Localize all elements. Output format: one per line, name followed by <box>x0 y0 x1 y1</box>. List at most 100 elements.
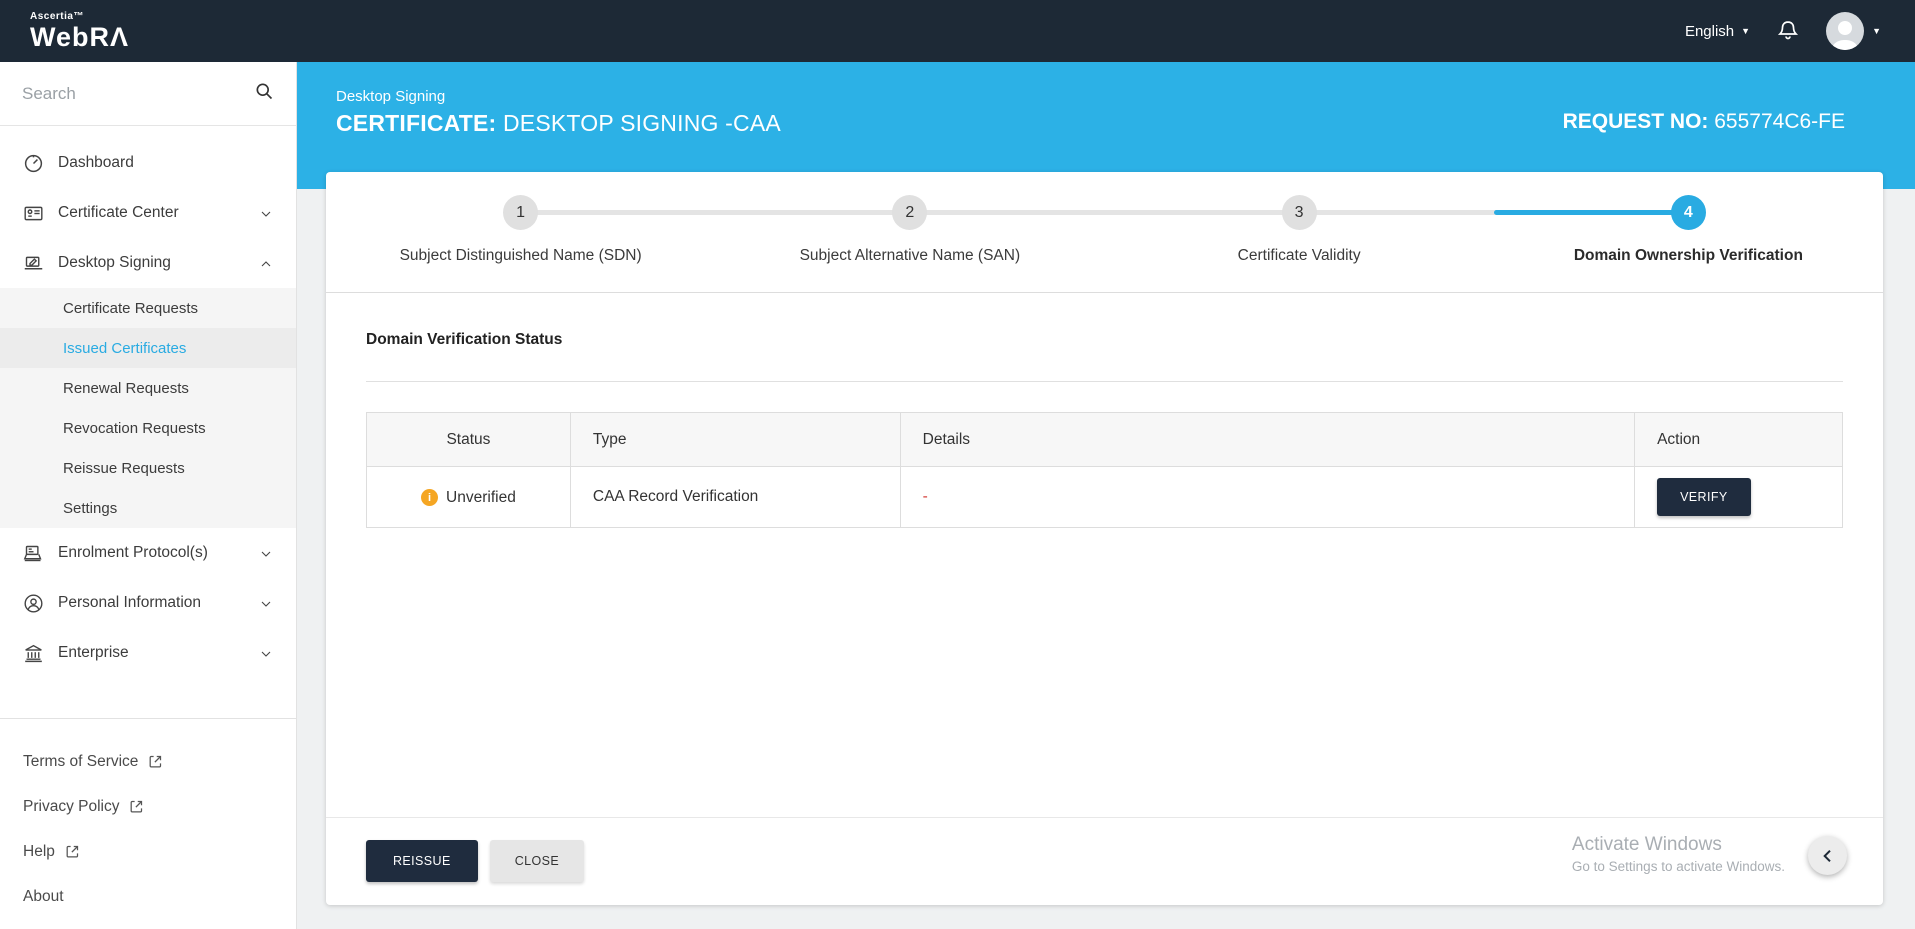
footer-link-label: Terms of Service <box>23 752 139 770</box>
sidebar-item-label: Enterprise <box>58 644 129 661</box>
domain-verification-table: Status Type Details Action i Unverified … <box>366 412 1843 528</box>
search-input[interactable] <box>22 83 244 104</box>
page-header-banner: Desktop Signing CERTIFICATE: DESKTOP SIG… <box>297 62 1915 189</box>
sub-item-label: Revocation Requests <box>63 419 206 437</box>
step-circle: 3 <box>1281 195 1317 230</box>
page-title: CERTIFICATE: DESKTOP SIGNING -CAA <box>336 110 781 137</box>
sidebar-item-renewal-requests[interactable]: Renewal Requests <box>0 368 296 408</box>
chevron-down-icon <box>260 647 272 659</box>
request-number: REQUEST NO: 655774C6-FE <box>1563 110 1845 134</box>
step-domain-ownership[interactable]: 4 Domain Ownership Verification <box>1494 172 1883 292</box>
footer-link-label: Help <box>23 842 55 860</box>
step-circle: 4 <box>1670 195 1706 230</box>
card-footer-buttons: REISSUE CLOSE <box>366 840 585 882</box>
sidebar-item-enterprise[interactable]: Enterprise <box>0 628 296 678</box>
sub-item-label: Reissue Requests <box>63 459 185 477</box>
details-cell: - <box>899 466 1636 528</box>
sidebar-item-label: Personal Information <box>58 594 202 611</box>
step-label: Subject Distinguished Name (SDN) <box>399 247 642 264</box>
footer-link-label: Privacy Policy <box>23 797 120 815</box>
language-label: English <box>1684 22 1735 40</box>
wizard-stepper: 1 Subject Distinguished Name (SDN) 2 Sub… <box>326 172 1883 293</box>
details-value: - <box>922 488 928 505</box>
user-menu[interactable]: ▼ <box>1826 12 1881 50</box>
enrolment-protocol-icon <box>22 542 44 564</box>
sidebar-footer: Terms of Service Privacy Policy Help Abo… <box>0 718 296 929</box>
step-label: Certificate Validity <box>1237 247 1361 264</box>
column-header-action: Action <box>1634 412 1843 467</box>
sidebar-item-label: Certificate Center <box>58 204 179 221</box>
step-certificate-validity[interactable]: 3 Certificate Validity <box>1105 172 1494 292</box>
step-label: Subject Alternative Name (SAN) <box>799 247 1021 264</box>
terms-of-service-link[interactable]: Terms of Service <box>0 739 296 784</box>
sub-item-label: Issued Certificates <box>63 339 187 357</box>
sidebar-item-label: Desktop Signing <box>58 254 171 271</box>
sidebar-item-enrolment-protocols[interactable]: Enrolment Protocol(s) <box>0 528 296 578</box>
step-label: Domain Ownership Verification <box>1573 247 1803 264</box>
person-circle-icon <box>22 592 44 614</box>
brand-logo[interactable]: Ascertia™ WebRΛ <box>0 10 130 52</box>
sidebar: Dashboard Certificate Center <box>0 62 297 929</box>
request-number-label: REQUEST NO: <box>1562 110 1709 133</box>
sub-item-label: Renewal Requests <box>63 379 189 397</box>
bank-icon <box>22 642 44 664</box>
table-header-row: Status Type Details Action <box>366 412 1843 467</box>
desktop-signing-icon <box>22 252 44 274</box>
collapse-chevron-left-button[interactable] <box>1808 836 1847 875</box>
close-button[interactable]: CLOSE <box>489 840 585 882</box>
table-row: i Unverified CAA Record Verification - V… <box>366 466 1843 528</box>
breadcrumb: Desktop Signing <box>336 88 446 105</box>
sidebar-item-label: Enrolment Protocol(s) <box>58 544 208 561</box>
sidebar-item-desktop-signing[interactable]: Desktop Signing <box>0 238 296 288</box>
sidebar-item-issued-certificates[interactable]: Issued Certificates <box>0 328 296 368</box>
help-link[interactable]: Help <box>0 829 296 874</box>
about-link[interactable]: About <box>0 874 296 919</box>
brand-small-label: Ascertia™ <box>30 10 84 22</box>
request-number-value: 655774C6-FE <box>1708 110 1845 133</box>
content-card: 1 Subject Distinguished Name (SDN) 2 Sub… <box>326 172 1883 905</box>
sidebar-item-certificate-requests[interactable]: Certificate Requests <box>0 288 296 328</box>
watermark-line1: Activate Windows <box>1571 834 1722 855</box>
sidebar-item-certificate-center[interactable]: Certificate Center <box>0 188 296 238</box>
section-divider <box>366 381 1843 382</box>
chevron-down-icon: ▼ <box>1872 26 1881 36</box>
verify-button[interactable]: VERIFY <box>1657 478 1751 516</box>
sidebar-search <box>0 62 296 126</box>
step-san[interactable]: 2 Subject Alternative Name (SAN) <box>715 172 1104 292</box>
page-title-rest: DESKTOP SIGNING -CAA <box>496 110 781 136</box>
banner-titles: Desktop Signing CERTIFICATE: DESKTOP SIG… <box>336 88 781 137</box>
sub-item-label: Certificate Requests <box>63 299 199 317</box>
external-link-icon <box>129 799 144 814</box>
language-selector[interactable]: English ▼ <box>1685 23 1750 40</box>
privacy-policy-link[interactable]: Privacy Policy <box>0 784 296 829</box>
notifications-bell-icon[interactable] <box>1776 19 1800 43</box>
column-header-details: Details <box>899 412 1636 467</box>
reissue-button[interactable]: REISSUE <box>366 840 478 882</box>
watermark-line2: Go to Settings to activate Windows. <box>1571 859 1785 874</box>
chevron-down-icon <box>260 547 272 559</box>
chevron-down-icon: ▼ <box>1741 26 1751 36</box>
brand-main-label: WebRΛ <box>30 21 130 52</box>
sidebar-item-dashboard[interactable]: Dashboard <box>0 138 296 188</box>
step-sdn[interactable]: 1 Subject Distinguished Name (SDN) <box>326 172 715 292</box>
sidebar-item-revocation-requests[interactable]: Revocation Requests <box>0 408 296 448</box>
sub-item-label: Settings <box>63 499 118 517</box>
dashboard-icon <box>22 152 44 174</box>
column-header-type: Type <box>569 412 901 467</box>
sidebar-item-personal-information[interactable]: Personal Information <box>0 578 296 628</box>
sidebar-item-label: Dashboard <box>58 154 134 171</box>
search-icon[interactable] <box>254 81 274 106</box>
page-title-prefix: CERTIFICATE: <box>336 110 497 136</box>
sidebar-item-reissue-requests[interactable]: Reissue Requests <box>0 448 296 488</box>
section-heading: Domain Verification Status <box>366 331 563 348</box>
status-text: Unverified <box>446 488 516 506</box>
sidebar-item-settings[interactable]: Settings <box>0 488 296 528</box>
type-cell: CAA Record Verification <box>569 466 901 528</box>
action-cell: VERIFY <box>1634 466 1843 528</box>
chevron-down-icon <box>260 207 272 219</box>
info-icon: i <box>421 489 439 506</box>
certificate-icon <box>22 202 44 224</box>
chevron-down-icon <box>260 597 272 609</box>
step-circle: 2 <box>892 195 928 230</box>
chevron-up-icon <box>260 257 272 269</box>
